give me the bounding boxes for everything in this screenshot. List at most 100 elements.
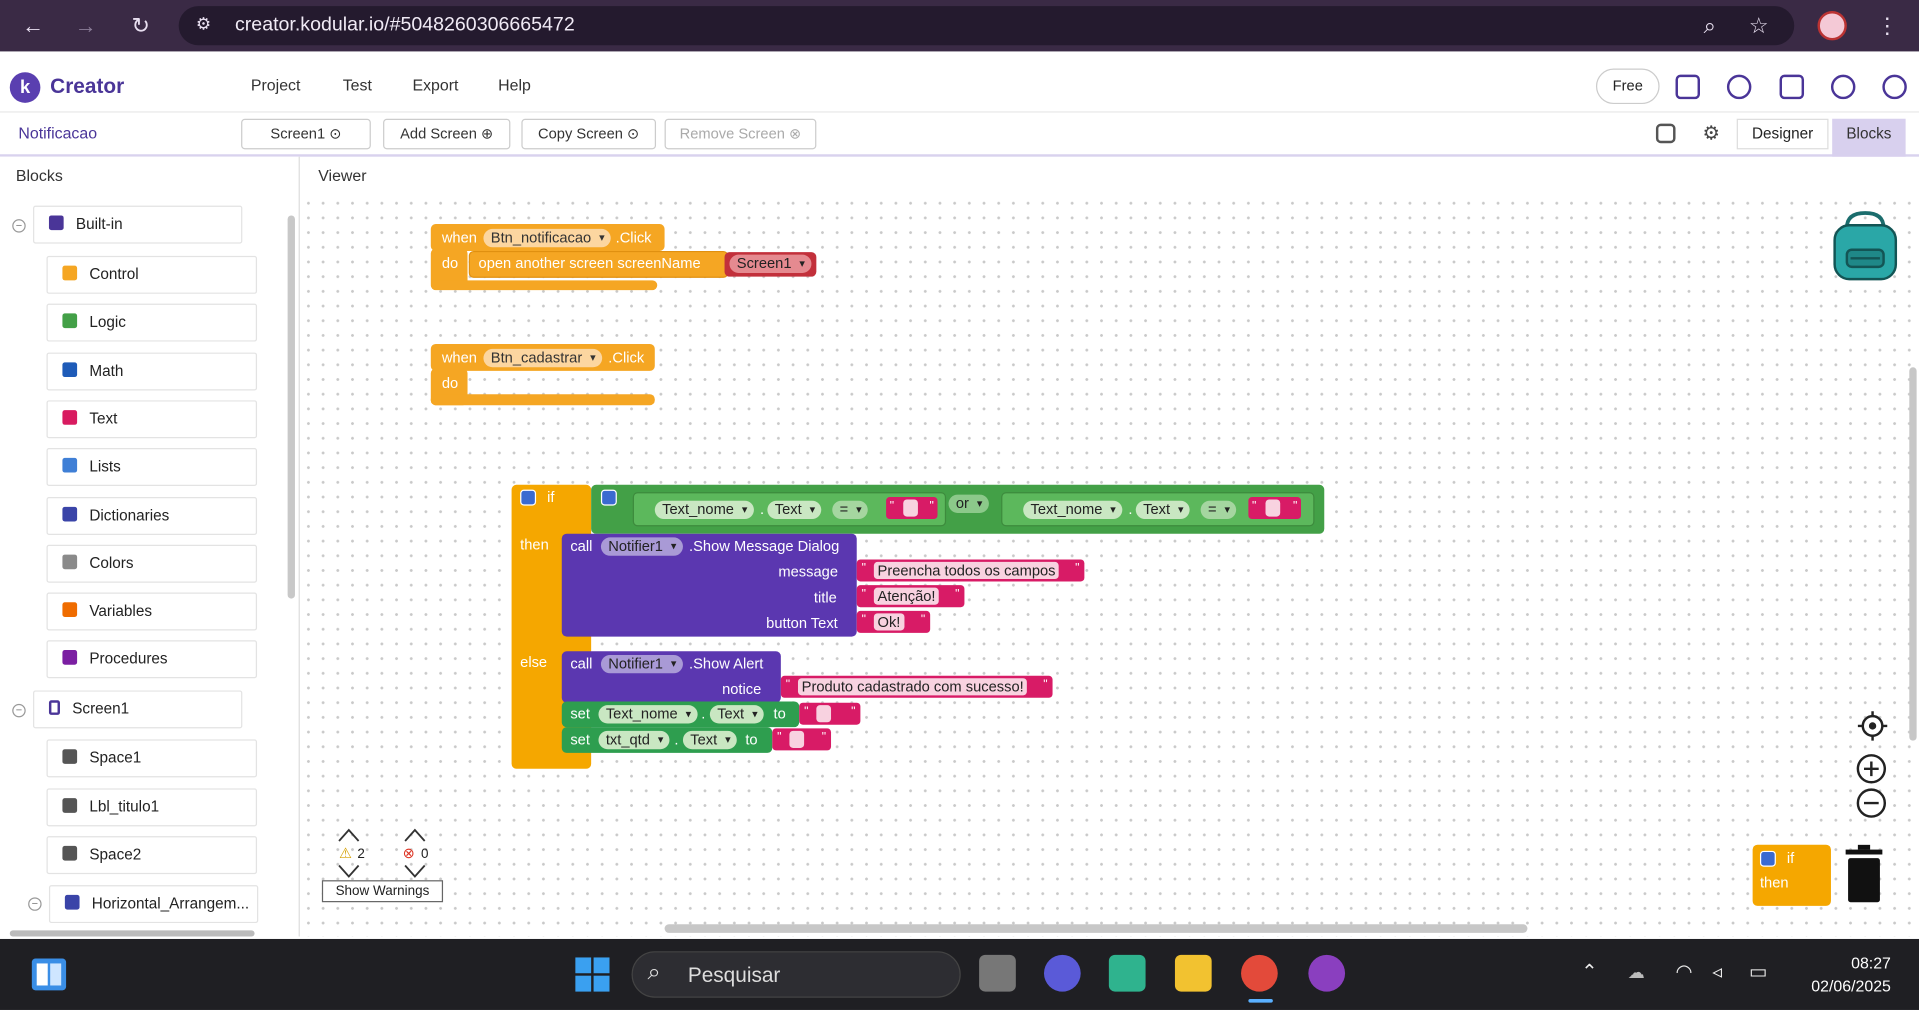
clock-date[interactable]: 02/06/2025 (1787, 977, 1891, 995)
zoom-in-icon[interactable] (1855, 753, 1887, 785)
github-desktop-icon[interactable] (1308, 954, 1346, 992)
battery-icon[interactable]: ▭ (1749, 960, 1768, 984)
text-nome-dropdown-1[interactable]: Text_nome (654, 500, 754, 520)
kodular-logo[interactable]: k (9, 72, 41, 103)
tree-item-math[interactable]: Math (46, 352, 258, 391)
tree-component-0[interactable]: Space1 (46, 739, 258, 778)
text-nome-dropdown-2[interactable]: Text_nome (1023, 500, 1122, 520)
set-prop-dropdown-1[interactable]: Text (709, 705, 764, 724)
if-mutator-icon[interactable] (520, 489, 537, 506)
free-plan-button[interactable]: Free (1595, 68, 1660, 105)
menu-help[interactable]: Help (498, 76, 531, 94)
tree-builtin[interactable]: Built-in (33, 205, 243, 244)
screen-select[interactable]: Screen1 ⊙ (241, 118, 371, 150)
error-up-arrow-icon[interactable] (403, 826, 427, 843)
settings-gear-icon[interactable]: ⚙ (1702, 121, 1720, 145)
remove-screen-button[interactable]: Remove Screen ⊗ (664, 118, 817, 150)
docs-icon[interactable] (1779, 74, 1805, 100)
empty-text-set-2[interactable]: " " (772, 728, 832, 751)
site-settings-icon[interactable]: ⚙ (196, 13, 211, 34)
target-icon[interactable] (1857, 710, 1889, 742)
blocks-panel-scrollbar[interactable] (287, 215, 295, 599)
add-screen-button[interactable]: Add Screen ⊕ (383, 118, 511, 150)
dollar-icon[interactable] (1830, 74, 1856, 100)
title-text-block[interactable]: " Atenção! " (856, 585, 965, 608)
tab-blocks[interactable]: Blocks (1832, 118, 1906, 157)
workspace-hscrollbar[interactable] (664, 924, 1528, 933)
widgets-icon[interactable] (31, 957, 68, 991)
screen1-dropdown[interactable]: Screen1 (729, 254, 812, 273)
tray-chevron-icon[interactable]: ⌃ (1581, 960, 1597, 984)
collapse-arrangement-icon[interactable]: − (28, 896, 42, 911)
menu-export[interactable]: Export (412, 76, 458, 94)
tab-designer[interactable]: Designer (1736, 118, 1829, 150)
workspace-vscrollbar[interactable] (1909, 367, 1917, 741)
tree-component-1[interactable]: Lbl_titulo1 (46, 787, 258, 826)
btn-notificacao-dropdown[interactable]: Btn_notificacao (483, 228, 611, 248)
text-prop-dropdown-2[interactable]: Text (1135, 500, 1190, 520)
file-explorer-icon[interactable] (1174, 954, 1212, 992)
tree-component-3[interactable]: Horizontal_Arrangem... (48, 884, 259, 923)
notifier-dropdown-1[interactable]: Notifier1 (600, 537, 683, 556)
gallery-icon[interactable] (1655, 123, 1676, 144)
warning-down-arrow-icon[interactable] (337, 863, 361, 880)
show-warnings-button[interactable]: Show Warnings (321, 880, 444, 903)
empty-text-2[interactable]: " " (1248, 497, 1302, 520)
equals-dropdown-2[interactable]: = (1200, 500, 1237, 520)
profile-avatar[interactable] (1817, 11, 1847, 41)
tree-component-2[interactable]: Space2 (46, 836, 258, 875)
empty-text-set-1[interactable]: " " (799, 702, 861, 725)
tree-item-text[interactable]: Text (46, 400, 258, 439)
m365-icon[interactable] (1108, 954, 1146, 992)
button-text-block[interactable]: " Ok! " (856, 610, 931, 633)
text-prop-dropdown-1[interactable]: Text (767, 500, 822, 520)
folder-icon[interactable] (1675, 74, 1700, 100)
clock-time[interactable]: 08:27 (1836, 954, 1891, 972)
set-prop-dropdown-2[interactable]: Text (682, 730, 737, 750)
tree-item-colors[interactable]: Colors (46, 544, 258, 583)
menu-test[interactable]: Test (343, 76, 372, 94)
tree-screen1[interactable]: Screen1 (33, 690, 243, 729)
btn-cadastrar-dropdown[interactable]: Btn_cadastrar (483, 348, 602, 368)
back-arrow-icon[interactable]: ← (18, 11, 47, 40)
menu-dots-icon[interactable]: ⋮ (1873, 11, 1902, 40)
reload-icon[interactable]: ↻ (126, 11, 155, 40)
address-bar[interactable]: ⚙ creator.kodular.io/#5048260306665472 (178, 6, 1795, 46)
menu-project[interactable]: Project (251, 76, 301, 94)
chrome-icon[interactable] (1241, 954, 1278, 992)
star-icon[interactable]: ☆ (1744, 11, 1773, 40)
blocks-panel-hscrollbar[interactable] (9, 930, 255, 937)
or-dropdown[interactable]: or (948, 494, 989, 513)
copy-screen-button[interactable]: Copy Screen ⊙ (521, 118, 657, 150)
collapse-screen-icon[interactable]: − (12, 703, 26, 718)
tree-item-lists[interactable]: Lists (46, 448, 258, 487)
volume-icon[interactable]: ◃ (1712, 960, 1722, 984)
zoom-out-icon[interactable] (1855, 787, 1887, 819)
onedrive-icon[interactable]: ☁ (1628, 962, 1645, 983)
task-view-icon[interactable] (979, 954, 1016, 992)
taskbar-search[interactable]: ⌕ Pesquisar (631, 951, 961, 998)
equals-dropdown-1[interactable]: = (832, 500, 868, 520)
palette-icon[interactable] (1726, 74, 1752, 100)
trash-icon[interactable] (1843, 844, 1885, 904)
empty-text-1[interactable]: " " (886, 497, 938, 520)
or-mutator-icon[interactable] (600, 489, 617, 506)
notifier-dropdown-2[interactable]: Notifier1 (600, 654, 683, 674)
notice-text-block[interactable]: " Produto cadastrado com sucesso! " (780, 675, 1053, 698)
backpack-icon[interactable] (1830, 211, 1901, 282)
set-component-dropdown-1[interactable]: Text_nome (598, 705, 698, 724)
collapse-builtin-icon[interactable]: − (12, 219, 26, 233)
teams-icon[interactable] (1043, 954, 1081, 992)
set-component-dropdown-2[interactable]: txt_qtd (598, 730, 670, 750)
tree-item-dictionaries[interactable]: Dictionaries (46, 496, 258, 535)
tree-item-procedures[interactable]: Procedures (46, 640, 258, 679)
warning-up-arrow-icon[interactable] (337, 826, 361, 843)
wifi-icon[interactable]: ◠ (1676, 960, 1693, 984)
account-icon[interactable] (1882, 74, 1907, 100)
tree-item-variables[interactable]: Variables (46, 592, 258, 631)
message-text-block[interactable]: " Preencha todos os campos " (856, 559, 1085, 582)
tree-item-logic[interactable]: Logic (46, 303, 258, 342)
forward-arrow-icon[interactable]: → (71, 11, 100, 40)
error-down-arrow-icon[interactable] (403, 863, 427, 880)
zoom-icon[interactable]: ⌕ (1695, 11, 1724, 40)
